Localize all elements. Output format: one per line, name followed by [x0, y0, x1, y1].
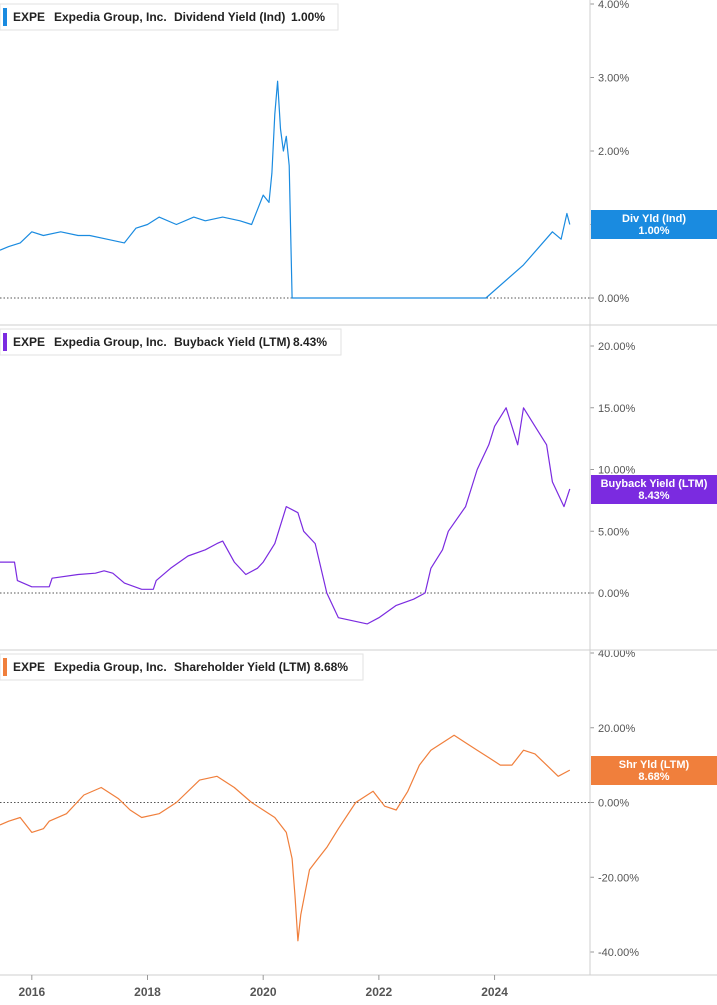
shareholder-legend-metric: Shareholder Yield (LTM)	[174, 660, 310, 674]
shareholder-series-line	[0, 734, 571, 942]
shareholder-legend-swatch	[3, 658, 7, 676]
x-tick-label: 2016	[18, 985, 45, 999]
dividend-y-tick-label: 2.00%	[598, 146, 629, 158]
dividend-y-tick-label: 4.00%	[598, 0, 629, 11]
dividend-legend-ticker: EXPE	[13, 10, 45, 24]
buyback-y-tick-label: 0.00%	[598, 588, 629, 600]
x-tick-label: 2024	[481, 985, 508, 999]
shareholder-badge: Shr Yld (LTM) 8.68%	[591, 756, 717, 785]
dividend-badge-value: 1.00%	[638, 225, 669, 237]
dividend-legend-company: Expedia Group, Inc.	[54, 10, 167, 24]
buyback-y-tick-label: 15.00%	[598, 403, 636, 415]
panel-buyback-yield: EXPE Expedia Group, Inc. Buyback Yield (…	[0, 328, 717, 625]
shareholder-legend-ticker: EXPE	[13, 660, 45, 674]
panel-shareholder-yield: EXPE Expedia Group, Inc. Shareholder Yie…	[0, 648, 717, 959]
dividend-legend: EXPE Expedia Group, Inc. Dividend Yield …	[0, 3, 339, 31]
shareholder-y-tick-label: 0.00%	[598, 798, 629, 810]
dividend-legend-swatch	[3, 8, 7, 26]
buyback-y-tick-label: 20.00%	[598, 341, 636, 353]
x-tick-label: 2018	[134, 985, 161, 999]
chart-canvas: EXPE Expedia Group, Inc. Dividend Yield …	[0, 0, 717, 999]
buyback-badge: Buyback Yield (LTM) 8.43%	[591, 475, 717, 504]
shareholder-legend: EXPE Expedia Group, Inc. Shareholder Yie…	[0, 653, 364, 681]
panel-dividend-yield: EXPE Expedia Group, Inc. Dividend Yield …	[0, 0, 717, 325]
buyback-y-tick-label: 5.00%	[598, 526, 629, 538]
shareholder-legend-company: Expedia Group, Inc.	[54, 660, 167, 674]
x-axis: 2016 2018 2020 2022 2024	[18, 975, 508, 999]
buyback-series-line	[0, 407, 571, 625]
dividend-badge-label: Div Yld (Ind)	[622, 213, 686, 225]
buyback-y-axis: 0.00% 5.00% 10.00% 15.00% 20.00%	[590, 341, 636, 600]
shareholder-badge-value: 8.68%	[638, 771, 669, 783]
dividend-y-tick-label: 3.00%	[598, 73, 629, 85]
buyback-plot	[0, 407, 590, 625]
buyback-legend-company: Expedia Group, Inc.	[54, 335, 167, 349]
shareholder-legend-value: 8.68%	[314, 660, 348, 674]
shareholder-y-axis: -40.00%-20.00%0.00%20.00%40.00%	[590, 648, 639, 959]
dividend-y-tick-label: 0.00%	[598, 293, 629, 305]
buyback-legend-swatch	[3, 333, 7, 351]
buyback-badge-value: 8.43%	[638, 490, 669, 502]
buyback-legend-metric: Buyback Yield (LTM)	[174, 335, 290, 349]
shareholder-y-tick-label: 20.00%	[598, 723, 636, 735]
shareholder-badge-label: Shr Yld (LTM)	[619, 759, 690, 771]
dividend-legend-metric: Dividend Yield (Ind)	[174, 10, 285, 24]
dividend-legend-value: 1.00%	[291, 10, 325, 24]
dividend-y-axis: 0.00%1.00%2.00%3.00%4.00%	[590, 0, 629, 305]
buyback-legend-ticker: EXPE	[13, 335, 45, 349]
buyback-legend-value: 8.43%	[293, 335, 327, 349]
shareholder-plot	[0, 734, 590, 942]
shareholder-y-tick-label: -40.00%	[598, 947, 639, 959]
buyback-y-tick-label: 10.00%	[598, 465, 636, 477]
x-tick-label: 2020	[250, 985, 277, 999]
dividend-badge: Div Yld (Ind) 1.00%	[591, 210, 717, 239]
x-tick-label: 2022	[366, 985, 393, 999]
buyback-legend: EXPE Expedia Group, Inc. Buyback Yield (…	[0, 328, 342, 356]
buyback-badge-label: Buyback Yield (LTM)	[601, 478, 708, 490]
shareholder-y-tick-label: -20.00%	[598, 872, 639, 884]
